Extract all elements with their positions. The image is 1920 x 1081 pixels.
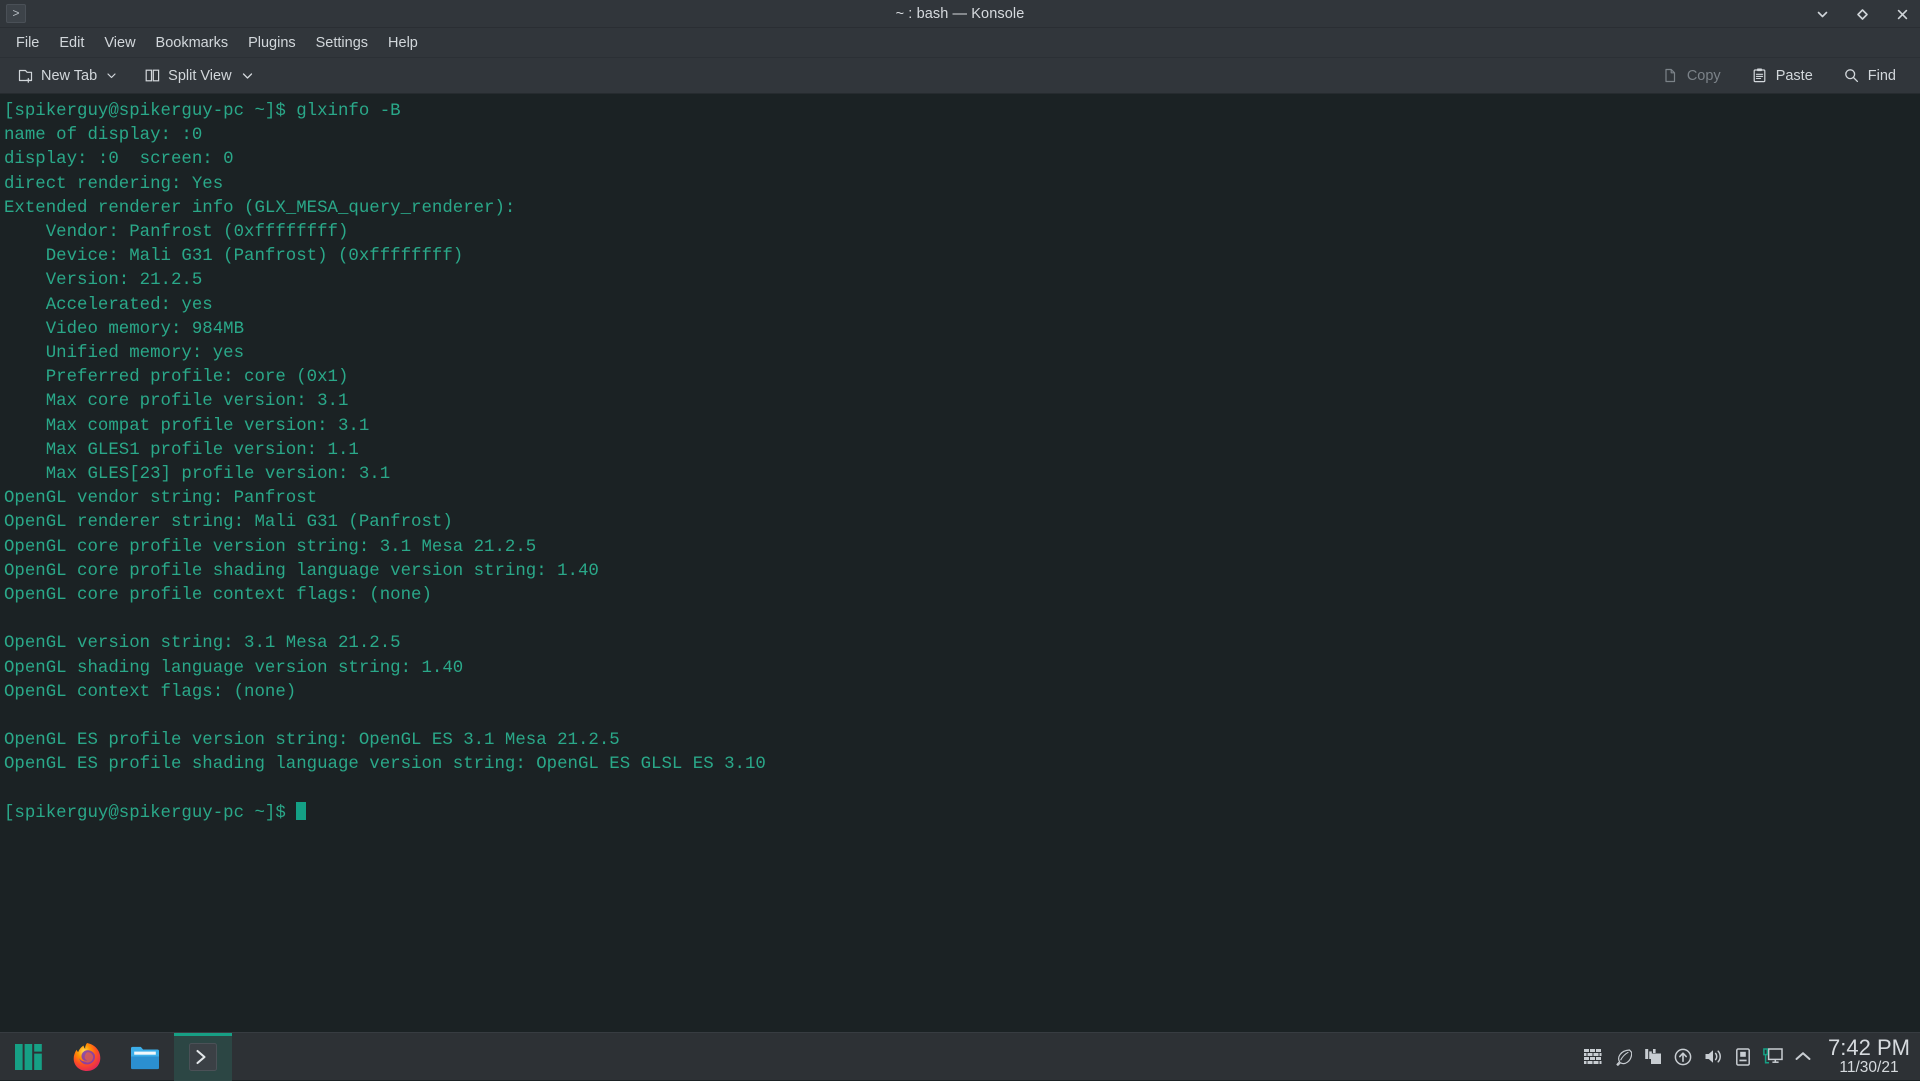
close-x-icon[interactable] — [1892, 4, 1912, 24]
menu-item-bookmarks[interactable]: Bookmarks — [146, 31, 239, 55]
copy-label: Copy — [1686, 67, 1721, 84]
file-manager-icon[interactable] — [116, 1033, 174, 1081]
konsole-icon[interactable] — [174, 1032, 232, 1081]
manjaro-menu-icon[interactable] — [0, 1033, 58, 1081]
updates-icon[interactable] — [1668, 1033, 1698, 1081]
main-toolbar: New Tab Split View Copy Paste Find — [0, 58, 1920, 94]
klipper-clipboard-icon[interactable] — [1638, 1033, 1668, 1081]
find-label: Find — [1867, 67, 1896, 84]
new-tab-chevron-down-icon[interactable] — [106, 70, 117, 81]
menu-item-edit[interactable]: Edit — [49, 31, 94, 55]
firewall-icon[interactable] — [1578, 1033, 1608, 1081]
window-title: ~ : bash — Konsole — [895, 5, 1025, 22]
system-tray — [1578, 1033, 1822, 1081]
menu-item-settings[interactable]: Settings — [306, 31, 378, 55]
split-view-button[interactable]: Split View — [139, 64, 257, 88]
volume-icon[interactable] — [1698, 1033, 1728, 1081]
menu-item-view[interactable]: View — [94, 31, 145, 55]
taskbar-launchers — [0, 1032, 232, 1081]
paste-label: Paste — [1775, 67, 1813, 84]
window-controls — [1812, 0, 1912, 28]
menu-item-plugins[interactable]: Plugins — [238, 31, 306, 55]
clock[interactable]: 7:42 PM 11/30/21 — [1822, 1033, 1920, 1081]
split-view-icon — [143, 67, 161, 85]
split-view-label: Split View — [168, 67, 232, 84]
split-view-chevron-down-icon[interactable] — [241, 69, 254, 82]
new-tab-icon — [16, 67, 34, 85]
copy-button[interactable]: Copy — [1658, 64, 1725, 88]
show-hidden-icons-icon[interactable] — [1788, 1033, 1818, 1081]
copy-icon — [1662, 67, 1680, 85]
feather-icon[interactable] — [1608, 1033, 1638, 1081]
paste-button[interactable]: Paste — [1747, 64, 1817, 88]
new-tab-label: New Tab — [41, 67, 98, 84]
menu-item-help[interactable]: Help — [378, 31, 428, 55]
title-bar: > ~ : bash — Konsole — [0, 0, 1920, 28]
diamond-icon[interactable] — [1852, 4, 1872, 24]
terminal-prompt-icon: > — [6, 4, 26, 23]
usb-device-icon[interactable] — [1728, 1033, 1758, 1081]
konsole-window: > ~ : bash — Konsole File Edit View Book… — [0, 0, 1920, 1032]
search-icon — [1843, 67, 1861, 85]
chevron-down-icon[interactable] — [1812, 4, 1832, 24]
paste-icon — [1751, 67, 1769, 85]
clock-time: 7:42 PM — [1828, 1035, 1910, 1061]
menu-bar: File Edit View Bookmarks Plugins Setting… — [0, 28, 1920, 58]
new-tab-button[interactable]: New Tab — [12, 64, 121, 88]
find-button[interactable]: Find — [1839, 64, 1900, 88]
clock-date: 11/30/21 — [1839, 1059, 1899, 1076]
menu-item-file[interactable]: File — [6, 31, 49, 55]
terminal-cursor — [296, 801, 307, 820]
taskbar: 7:42 PM 11/30/21 — [0, 1032, 1920, 1081]
firefox-icon[interactable] — [58, 1033, 116, 1081]
terminal-output: [spikerguy@spikerguy-pc ~]$ glxinfo -B n… — [4, 102, 766, 823]
terminal-view[interactable]: [spikerguy@spikerguy-pc ~]$ glxinfo -B n… — [0, 94, 1920, 1032]
display-icon[interactable] — [1758, 1033, 1788, 1081]
